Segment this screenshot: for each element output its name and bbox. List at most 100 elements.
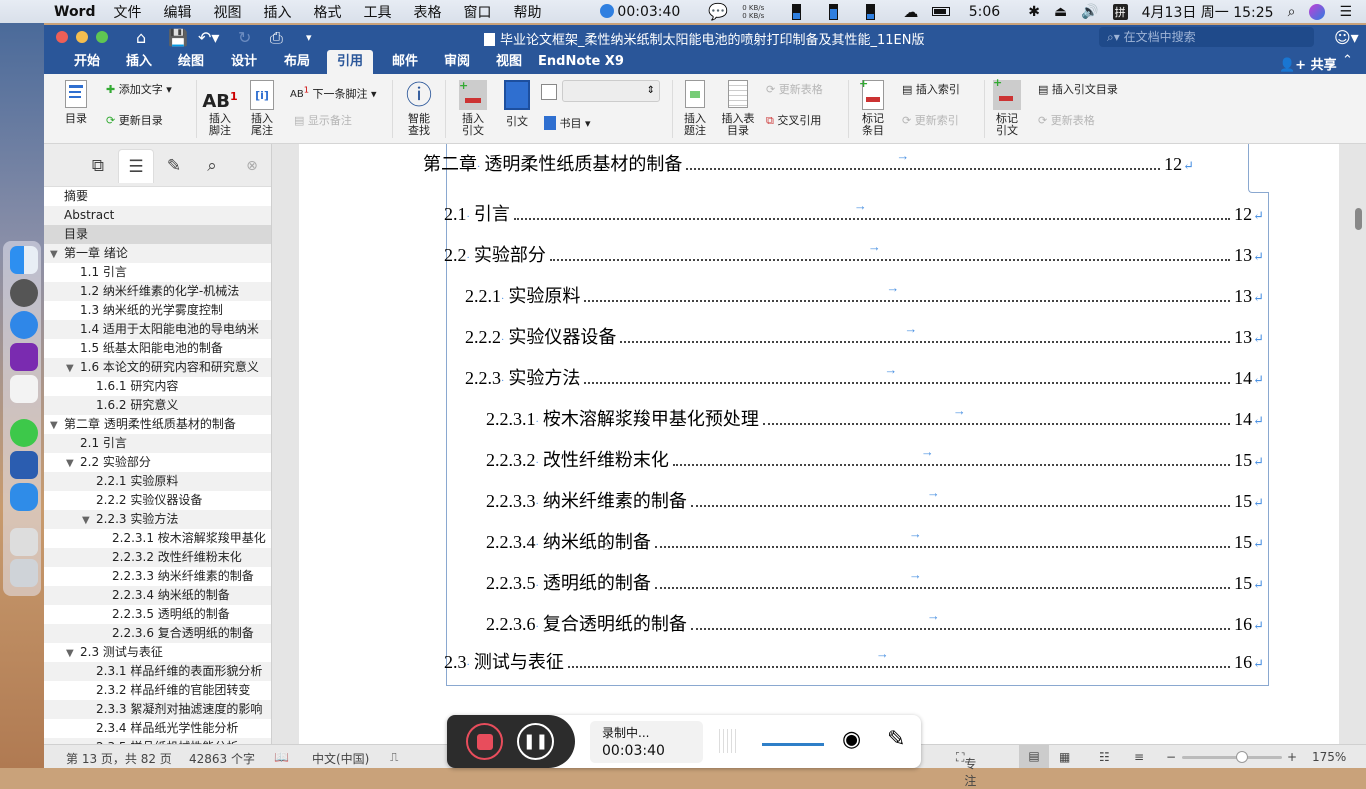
bluetooth-icon[interactable]: ✱: [1028, 4, 1040, 20]
recorder-status[interactable]: 00:03:40: [600, 3, 694, 20]
update-table-of-authorities-button[interactable]: ⟳ 更新表格: [1038, 115, 1095, 127]
expand-triangle-icon[interactable]: ▼: [66, 359, 80, 377]
outline-item[interactable]: ▼ 2.2.3 实验方法: [44, 510, 271, 529]
tab-4[interactable]: 布局: [274, 50, 320, 74]
cross-reference-button[interactable]: ⧉ 交叉引用: [766, 115, 821, 127]
reminders-icon[interactable]: [10, 375, 38, 403]
downloads-icon[interactable]: [10, 528, 38, 556]
app-menu[interactable]: Word: [54, 4, 96, 20]
notification-center-icon[interactable]: ☰: [1339, 4, 1352, 20]
minimize-window-button[interactable]: [76, 31, 88, 43]
tab-7[interactable]: 审阅: [434, 50, 480, 74]
smart-lookup-button[interactable]: ⓘ 智能 查找: [400, 80, 438, 137]
tab-1[interactable]: 插入: [116, 50, 162, 74]
outline-item[interactable]: 2.2.1 实验原料: [44, 472, 271, 491]
focus-mode-button[interactable]: ⛶ 专注: [956, 750, 976, 788]
mark-entry-button[interactable]: + 标记 条目: [856, 78, 890, 137]
finder-icon[interactable]: [10, 246, 38, 274]
tab-9[interactable]: EndNote X9: [528, 50, 634, 74]
toc-entry[interactable]: 2.2.3.6 · 复合透明纸的制备 → 16 ↵: [486, 608, 1264, 636]
expand-triangle-icon[interactable]: ▼: [50, 416, 64, 434]
outline-item[interactable]: 目录: [44, 225, 271, 244]
spotlight-icon[interactable]: ⌕: [1288, 4, 1296, 20]
outline-item[interactable]: 2.3.3 絮凝剂对抽滤速度的影响: [44, 700, 271, 719]
toc-button[interactable]: 目录: [56, 80, 96, 125]
update-table-button[interactable]: ⟳ 更新表格: [766, 84, 823, 96]
recorder-dock-icon[interactable]: [10, 483, 38, 511]
outline-item[interactable]: 2.1 引言: [44, 434, 271, 453]
show-notes-button[interactable]: ▤ 显示备注: [294, 115, 352, 127]
webcam-icon[interactable]: ◉: [842, 727, 861, 752]
vertical-scrollbar[interactable]: [1355, 208, 1362, 230]
customize-toolbar-icon[interactable]: ▾: [306, 31, 312, 44]
outline-item[interactable]: ▼ 第一章 绪论: [44, 244, 271, 263]
tab-8[interactable]: 视图: [486, 50, 532, 74]
input-method[interactable]: 拼: [1112, 3, 1128, 20]
draft-view-icon[interactable]: ≡: [1134, 750, 1144, 764]
safari-icon[interactable]: [10, 311, 38, 339]
toc-entry[interactable]: 第二章 · 透明柔性纸质基材的制备 → 12 ↵: [423, 148, 1194, 176]
tab-6[interactable]: 邮件: [382, 50, 428, 74]
volume-slider[interactable]: [762, 743, 824, 746]
outline-item[interactable]: 1.5 纸基太阳能电池的制备: [44, 339, 271, 358]
toc-entry[interactable]: 2.2.3.5 · 透明纸的制备 → 15 ↵: [486, 567, 1264, 595]
zoom-slider-knob[interactable]: [1236, 751, 1248, 763]
citation-style-select[interactable]: ⇕: [562, 80, 660, 102]
outline-item[interactable]: ▼ 1.6 本论文的研究内容和研究意义: [44, 358, 271, 377]
toc-entry[interactable]: 2.2.1 · 实验原料 → 13 ↵: [465, 280, 1264, 308]
add-text-button[interactable]: ✚ 添加文字 ▾: [106, 84, 172, 96]
insert-citation-button[interactable]: + 插入 引文: [454, 80, 492, 137]
outline-item[interactable]: 2.3.1 样品纤维的表面形貌分析: [44, 662, 271, 681]
bibliography-button[interactable]: 书目 ▾: [544, 116, 591, 130]
insert-endnote-button[interactable]: [i] 插入 尾注: [244, 80, 280, 137]
tab-5[interactable]: 引用: [327, 50, 374, 74]
outline-item[interactable]: 1.3 纳米纸的光学雾度控制: [44, 301, 271, 320]
home-icon[interactable]: ⌂: [136, 28, 146, 47]
expand-triangle-icon[interactable]: ▼: [66, 454, 80, 472]
menu-0[interactable]: 文件: [114, 5, 142, 21]
trash-icon[interactable]: [10, 559, 38, 587]
toc-entry[interactable]: 2.2.3.2 · 改性纤维粉末化 → 15 ↵: [486, 444, 1264, 472]
comments-tab-icon[interactable]: ✎: [156, 149, 192, 183]
mark-citation-button[interactable]: + 标记 引文: [990, 77, 1024, 137]
outline-item[interactable]: 2.2.2 实验仪器设备: [44, 491, 271, 510]
toc-entry[interactable]: 2.2.3.1 · 桉木溶解浆羧甲基化预处理 → 14 ↵: [486, 403, 1264, 431]
update-index-button[interactable]: ⟳ 更新索引: [902, 115, 959, 127]
outline-tab-icon[interactable]: ☰: [118, 149, 154, 183]
search-input[interactable]: ⌕▾ 在文档中搜索: [1099, 27, 1314, 47]
close-nav-pane-icon[interactable]: ⊗: [240, 149, 264, 183]
toc-entry[interactable]: 2.2.3 · 实验方法 → 14 ↵: [465, 362, 1264, 390]
insert-table-of-figures-button[interactable]: 插入表 目录: [718, 80, 758, 137]
outline-view-icon[interactable]: ☷: [1099, 750, 1110, 764]
outline-item[interactable]: 2.3.2 样品纤维的官能团转变: [44, 681, 271, 700]
outline-item[interactable]: 2.2.3.6 复合透明纸的制备: [44, 624, 271, 643]
launchpad-icon[interactable]: [10, 279, 38, 307]
zoom-slider[interactable]: [1182, 751, 1282, 763]
insert-caption-button[interactable]: 插入 题注: [678, 80, 712, 137]
word-dock-icon[interactable]: [10, 451, 38, 479]
next-footnote-button[interactable]: AB1 下一条脚注 ▾: [290, 84, 377, 101]
share-button[interactable]: 👤+ 共享: [1279, 54, 1337, 73]
menu-4[interactable]: 格式: [314, 5, 342, 21]
print-icon[interactable]: ⎙: [270, 28, 283, 48]
menu-7[interactable]: 窗口: [464, 5, 492, 21]
outline-item[interactable]: 1.6.2 研究意义: [44, 396, 271, 415]
tab-3[interactable]: 设计: [221, 50, 267, 74]
cloud-icon[interactable]: ☁: [903, 3, 918, 21]
menu-1[interactable]: 编辑: [164, 5, 192, 21]
page-info[interactable]: 第 13 页，共 82 页: [66, 750, 172, 767]
zoom-level[interactable]: 175%: [1312, 750, 1346, 764]
close-window-button[interactable]: [56, 31, 68, 43]
battery-indicator[interactable]: 5:06: [932, 4, 1014, 20]
citations-button[interactable]: 引文: [498, 80, 536, 128]
datetime[interactable]: 4月13日 周一 15:25: [1142, 2, 1274, 22]
zoom-in-icon[interactable]: +: [1287, 750, 1297, 764]
outline-item[interactable]: ▼ 第二章 透明柔性纸质基材的制备: [44, 415, 271, 434]
expand-triangle-icon[interactable]: ▼: [50, 245, 64, 263]
outline-item[interactable]: Abstract: [44, 206, 271, 225]
stop-record-button[interactable]: [466, 723, 503, 760]
pen-icon[interactable]: ✎: [887, 727, 905, 752]
outline-item[interactable]: 1.4 适用于太阳能电池的导电纳米: [44, 320, 271, 339]
outline-item[interactable]: 1.1 引言: [44, 263, 271, 282]
thumbnails-tab-icon[interactable]: ⧉: [80, 149, 116, 183]
